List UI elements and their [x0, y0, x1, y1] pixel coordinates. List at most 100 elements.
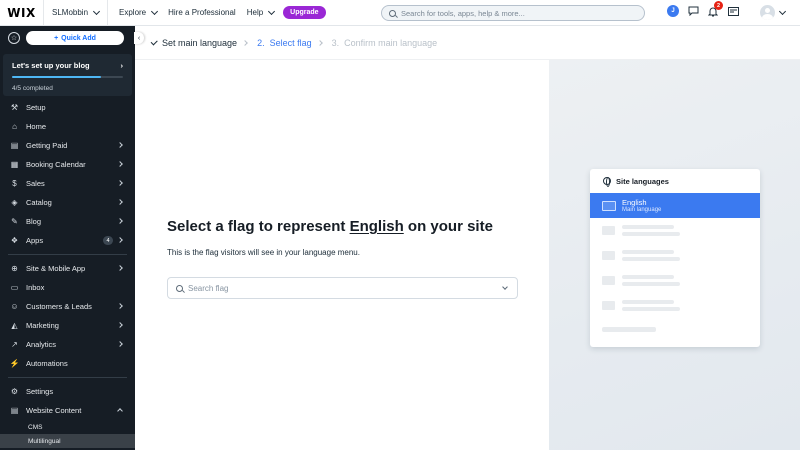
- nav-hire-professional[interactable]: Hire a Professional: [168, 8, 236, 17]
- title-text: Select a flag to represent: [167, 218, 350, 235]
- chevron-right-icon: [242, 39, 248, 46]
- sidebar-subitem-multilingual[interactable]: Multilingual: [0, 434, 135, 448]
- step-set-main-language[interactable]: Set main language: [150, 37, 238, 48]
- upgrade-button[interactable]: Upgrade: [283, 6, 326, 19]
- search-icon: [389, 9, 396, 17]
- home-icon: ⌂: [12, 121, 17, 131]
- star-icon[interactable]: ☆: [8, 32, 20, 44]
- catalog-icon: ◈: [11, 197, 18, 207]
- placeholder-row: [590, 293, 760, 318]
- sidebar-item-automations[interactable]: ⚡ Automations: [0, 354, 135, 373]
- flag-search-dropdown[interactable]: [167, 277, 518, 299]
- global-search-input[interactable]: [401, 8, 631, 18]
- step-select-flag[interactable]: 2. Select flag: [257, 38, 312, 48]
- step-number: 2.: [257, 37, 265, 48]
- content-icon: ▤: [10, 405, 19, 415]
- notification-badge: 2: [714, 1, 723, 10]
- globe-icon: [603, 177, 611, 187]
- placeholder-flag: [602, 276, 615, 285]
- title-language: English: [349, 218, 404, 235]
- sidebar-item-label: Apps: [26, 236, 44, 245]
- sidebar-item-label: Website Content: [26, 406, 82, 415]
- sidebar-item-website-content[interactable]: ▤ Website Content: [0, 401, 135, 420]
- sidebar-item-blog[interactable]: ✎ Blog: [0, 212, 135, 231]
- quick-add-button[interactable]: + Quick Add: [26, 31, 124, 45]
- page-description: This is the flag visitors will see in yo…: [167, 248, 360, 257]
- chevron-down-icon[interactable]: [502, 284, 508, 290]
- language-menu-preview: Site languages English Main language: [549, 60, 800, 450]
- sidebar-item-setup[interactable]: ⚒ Setup: [0, 98, 135, 117]
- sidebar-item-label: Home: [26, 122, 47, 131]
- page-title: Select a flag to represent English on yo…: [167, 218, 493, 235]
- placeholder-row: [590, 243, 760, 268]
- sidebar-item-label: Site & Mobile App: [26, 264, 86, 273]
- chat-icon[interactable]: [687, 5, 699, 17]
- plus-icon: +: [54, 34, 59, 42]
- setup-card[interactable]: Let's set up your blog › 4/5 completed: [3, 54, 132, 96]
- language-row-selected: English Main language: [590, 193, 760, 218]
- sidebar-item-label: Inbox: [26, 283, 45, 292]
- site-languages-card: Site languages English Main language: [590, 169, 760, 347]
- nav-explore-label: Explore: [119, 8, 147, 17]
- sidebar-item-label: Getting Paid: [26, 141, 68, 150]
- placeholder-flag: [602, 251, 615, 260]
- sidebar-item-analytics[interactable]: ↗ Analytics: [0, 335, 135, 354]
- placeholder-line: [622, 257, 680, 261]
- analytics-icon: ↗: [11, 339, 18, 349]
- sidebar-item-site-mobile-app[interactable]: ⊕ Site & Mobile App: [0, 259, 135, 278]
- global-search[interactable]: [381, 5, 645, 21]
- sidebar-item-label: Blog: [26, 217, 42, 226]
- step-label: Set main language: [162, 37, 238, 48]
- flag-search-input[interactable]: [188, 283, 488, 293]
- chevron-right-icon: [316, 39, 323, 46]
- assistant-avatar[interactable]: J: [667, 5, 679, 17]
- sidebar-item-booking-calendar[interactable]: ▦ Booking Calendar: [0, 155, 135, 174]
- sales-icon: $: [12, 178, 17, 188]
- check-icon: [150, 38, 158, 45]
- placeholder-row: [590, 218, 760, 243]
- sidebar-item-label: Marketing: [26, 321, 59, 330]
- sidebar-item-home[interactable]: ⌂ Home: [0, 117, 135, 136]
- chevron-right-icon: [117, 199, 123, 205]
- sidebar-header: ☆ + Quick Add: [0, 26, 135, 50]
- nav-hire-label: Hire a Professional: [168, 8, 236, 17]
- placeholder-line: [622, 250, 674, 254]
- nav-explore[interactable]: Explore: [119, 7, 159, 17]
- sidebar-item-label: Catalog: [26, 198, 52, 207]
- sidebar-item-settings[interactable]: ⚙ Settings: [0, 382, 135, 401]
- sidebar-item-apps[interactable]: ❖ Apps 4: [0, 231, 135, 250]
- sidebar-divider: [8, 377, 127, 378]
- user-avatar: [760, 5, 775, 20]
- flag-placeholder-icon: [602, 200, 616, 211]
- sidebar-item-label: Setup: [26, 103, 46, 112]
- step-confirm-main-language: 3. Confirm main language: [332, 38, 438, 48]
- sidebar-item-label: Automations: [26, 359, 68, 368]
- top-bar: WIX SLMobbin Explore Hire a Professional…: [0, 0, 800, 26]
- site-selector[interactable]: SLMobbin: [44, 0, 108, 26]
- bell-icon[interactable]: 2: [707, 1, 723, 17]
- language-role: Main language: [622, 207, 662, 213]
- top-icons: J 2: [667, 1, 739, 17]
- placeholder-flag: [602, 226, 615, 235]
- sidebar-item-getting-paid[interactable]: ▤ Getting Paid: [0, 136, 135, 155]
- sidebar-item-customers-leads[interactable]: ☺ Customers & Leads: [0, 297, 135, 316]
- main-content: Select a flag to represent English on yo…: [135, 60, 549, 450]
- placeholder-line: [622, 232, 680, 236]
- step-label: Confirm main language: [344, 37, 438, 48]
- dollar-icon: ▤: [10, 140, 19, 150]
- sidebar-item-catalog[interactable]: ◈ Catalog: [0, 193, 135, 212]
- wix-logo[interactable]: WIX: [0, 0, 44, 26]
- sidebar-item-sales[interactable]: $ Sales: [0, 174, 135, 193]
- sidebar-menu: ⚒ Setup ⌂ Home ▤ Getting Paid ▦ Booking Cale…: [0, 98, 135, 448]
- profile-menu[interactable]: [760, 5, 787, 20]
- sidebar-subitem-cms[interactable]: CMS: [0, 420, 135, 434]
- nav-help[interactable]: Help: [247, 7, 276, 17]
- sidebar-item-inbox[interactable]: ▭ Inbox: [0, 278, 135, 297]
- megaphone-icon: ◭: [11, 320, 18, 330]
- placeholder-flag: [602, 301, 615, 310]
- setup-icon: ⚒: [10, 102, 19, 112]
- news-icon[interactable]: [727, 5, 739, 17]
- chevron-right-icon: [117, 218, 123, 224]
- chevron-right-icon: [117, 237, 123, 243]
- sidebar-item-marketing[interactable]: ◭ Marketing: [0, 316, 135, 335]
